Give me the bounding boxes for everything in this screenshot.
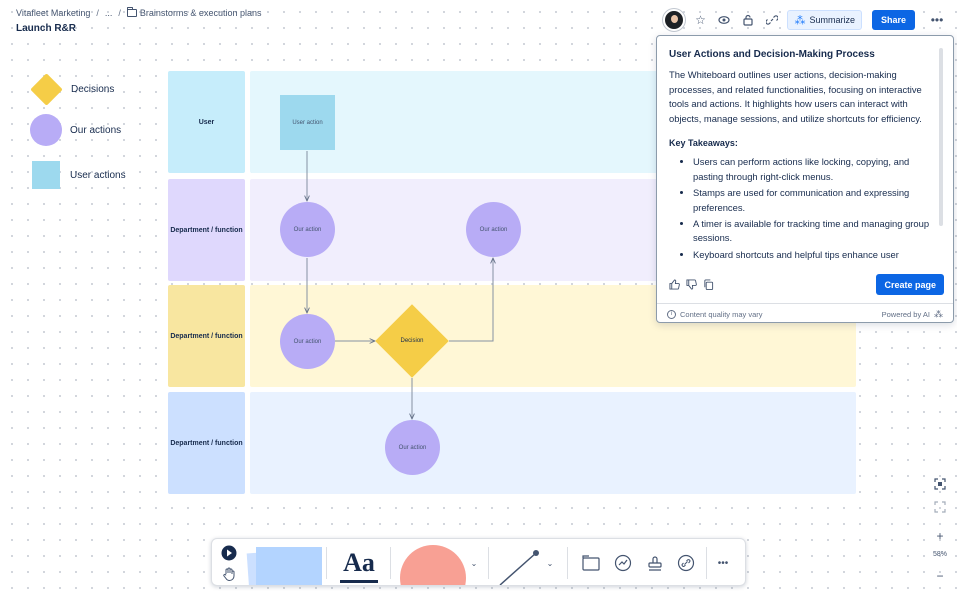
create-page-button[interactable]: Create page <box>876 274 944 295</box>
creation-toolbar: Aa ⌄ ⌄ ••• <box>211 538 746 586</box>
powered-by-label: Powered by AI <box>881 309 930 319</box>
list-item: Stamps are used for communication and ex… <box>693 186 937 215</box>
info-icon: i <box>667 309 676 319</box>
connector-arrow <box>449 258 493 342</box>
link-icon[interactable] <box>675 552 697 574</box>
copy-icon[interactable] <box>703 279 714 293</box>
smart-link-icon[interactable] <box>612 552 634 574</box>
quality-note: Content quality may vary <box>680 309 763 319</box>
text-underline <box>340 580 378 583</box>
thumbs-down-icon[interactable] <box>686 279 697 293</box>
ai-panel-footer: i Content quality may vary Powered by AI… <box>657 303 953 322</box>
stamp-icon[interactable] <box>644 552 666 574</box>
list-item: A timer is available for tracking time a… <box>693 217 937 246</box>
key-takeaways-list: Users can perform actions like locking, … <box>669 155 937 262</box>
our-action-node[interactable]: Our action <box>280 202 335 257</box>
fit-to-screen-icon[interactable] <box>930 478 950 490</box>
chevron-down-icon[interactable]: ⌄ <box>468 557 480 569</box>
ai-summary-text: The Whiteboard outlines user actions, de… <box>669 69 922 124</box>
list-item: Users can perform actions like locking, … <box>693 155 937 184</box>
our-action-node[interactable]: Our action <box>466 202 521 257</box>
zoom-level: 58% <box>932 551 947 558</box>
user-action-node[interactable]: User action <box>280 95 335 150</box>
ai-summary-content[interactable]: User Actions and Decision-Making Process… <box>669 48 937 276</box>
ai-summary-panel: User Actions and Decision-Making Process… <box>656 35 954 323</box>
sticky-note-icon <box>256 547 322 585</box>
hand-pan-icon[interactable] <box>220 565 238 583</box>
text-tool[interactable]: Aa <box>334 545 384 581</box>
list-item: Keyboard shortcuts and helpful tips enha… <box>693 248 937 262</box>
frame-icon[interactable] <box>580 552 602 574</box>
chevron-down-icon[interactable]: ⌄ <box>544 557 556 569</box>
line-tool[interactable] <box>496 547 542 586</box>
zoom-out-button[interactable]: − <box>930 569 950 583</box>
our-action-node[interactable]: Our action <box>385 420 440 475</box>
fullscreen-icon[interactable] <box>930 501 950 513</box>
ai-panel-scrollbar[interactable] <box>939 48 943 226</box>
thumbs-up-icon[interactable] <box>669 279 680 293</box>
ai-summary-title: User Actions and Decision-Making Process <box>669 49 875 60</box>
key-takeaways-heading: Key Takeaways: <box>669 138 738 149</box>
our-action-node[interactable]: Our action <box>280 314 335 369</box>
feedback-actions <box>669 279 714 293</box>
select-tool-icon[interactable] <box>220 544 238 562</box>
more-tools-icon[interactable]: ••• <box>712 552 734 574</box>
ai-sparkle-icon: ⁂ <box>934 308 943 319</box>
decision-label: Decision <box>400 338 424 344</box>
zoom-in-button[interactable]: + <box>930 529 950 543</box>
shape-tool[interactable] <box>400 545 466 585</box>
